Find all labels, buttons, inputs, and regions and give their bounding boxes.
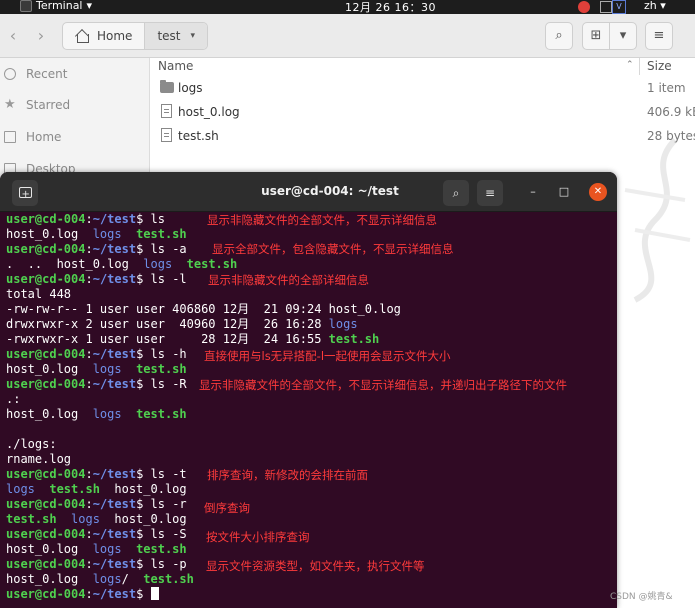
menu-button[interactable]: ≡ [477,180,503,206]
language-indicator[interactable]: zh ▾ [644,0,666,12]
background-art [624,137,691,303]
sort-up-icon[interactable]: ⌃ [626,60,634,70]
annotation: 直接使用与ls无异搭配-l一起使用会显示文件大小 [204,349,451,363]
breadcrumb: Home test ▾ [62,22,209,50]
app-menu[interactable]: Terminal ▾ [20,0,92,12]
terminal-window: user@cd-004: ~/test ⌕ ≡ – □ ✕ user@cd-00… [0,172,617,608]
terminal-line: .: [6,392,21,406]
watermark-credit: CSDN @姚青& [610,592,673,602]
terminal-line: host_0.log logs test.sh [6,542,187,556]
file-row[interactable]: host_0.log 406.9 kB [150,101,695,125]
clock[interactable]: 12月 26 16：30 [345,0,436,15]
annotation: 显示全部文件，包含隐藏文件，不显示详细信息 [212,242,454,256]
sidebar-item-recent[interactable]: Recent [4,67,67,81]
folder-icon [160,80,174,93]
annotation: 按文件大小排序查询 [206,530,310,544]
close-button[interactable]: ✕ [589,183,607,201]
terminal-line: user@cd-004:~/test$ ls -S [6,527,187,541]
file-name: logs [178,81,203,95]
chevron-down-icon: ▾ [660,0,666,12]
terminal-line: user@cd-004:~/test$ ls -a [6,242,187,256]
top-bar: Terminal ▾ 12月 26 16：30 V zh ▾ [0,0,695,14]
input-method-icon[interactable]: V [612,0,626,14]
file-name: host_0.log [178,105,240,119]
view-options-button[interactable]: ▾ [609,22,637,50]
file-manager-header: ‹ › Home test ▾ ⌕ ⊞ ▾ ≡ [0,14,695,58]
star-icon: ★ [4,97,16,112]
sidebar-item-starred[interactable]: ★ Starred [4,98,70,112]
terminal-line: test.sh logs host_0.log [6,512,187,526]
breadcrumb-home[interactable]: Home [63,23,146,49]
terminal-line: -rwxrwxr-x 1 user user 28 12月 24 16:55 t… [6,332,380,346]
terminal-app-icon [20,0,32,12]
terminal-line: user@cd-004:~/test$ ls -p [6,557,187,571]
terminal-line: user@cd-004:~/test$ ls -R [6,377,187,391]
annotation: 显示文件资源类型，如文件夹，执行文件等 [206,559,425,573]
minimize-button[interactable]: – [525,184,541,200]
chevron-down-icon: ▾ [190,31,196,41]
menu-button[interactable]: ≡ [645,22,673,50]
annotation: 显示非隐藏文件的全部详细信息 [208,273,369,287]
annotation: 倒序查询 [204,501,250,515]
breadcrumb-test[interactable]: test ▾ [145,23,208,49]
terminal-line: host_0.log logs test.sh [6,407,187,421]
error-icon[interactable] [578,1,590,13]
search-button[interactable]: ⌕ [545,22,573,50]
terminal-line: host_0.log logs/ test.sh [6,572,194,586]
column-header-size[interactable]: Size [647,59,672,76]
grid-icon[interactable] [600,1,612,13]
new-tab-button[interactable] [12,180,38,208]
column-divider [639,58,640,75]
sidebar-item-home[interactable]: Home [4,130,61,144]
text-cursor [150,587,159,600]
clock-icon [4,68,16,80]
terminal-line: logs test.sh host_0.log [6,482,187,496]
script-file-icon [161,128,172,142]
file-size: 406.9 kB [647,105,695,119]
terminal-line: user@cd-004:~/test$ ls -r [6,497,187,511]
terminal-output[interactable]: user@cd-004:~/test$ ls 显示非隐藏文件的全部文件，不显示详… [6,212,611,608]
home-icon [75,30,89,43]
file-row[interactable]: logs 1 item [150,77,695,101]
forward-button[interactable]: › [28,22,54,50]
terminal-line: host_0.log logs test.sh [6,227,187,241]
terminal-line: host_0.log logs test.sh [6,362,187,376]
home-icon [4,131,16,143]
view-grid-button[interactable]: ⊞ [582,22,610,50]
terminal-line: user@cd-004:~/test$ ls [6,212,165,226]
terminal-title: user@cd-004: ~/test [261,184,399,198]
back-button[interactable]: ‹ [0,22,26,50]
search-button[interactable]: ⌕ [443,180,469,206]
file-size: 1 item [647,81,686,95]
file-name: test.sh [178,129,219,143]
terminal-line: user@cd-004:~/test$ ls -h [6,347,187,361]
app-menu-label: Terminal [36,0,83,12]
chevron-down-icon: ▾ [86,0,93,12]
terminal-line: user@cd-004:~/test$ ls -l [6,272,187,286]
annotation: 排序查询，新修改的会排在前面 [207,468,368,482]
new-tab-icon [18,182,32,208]
terminal-line: total 448 [6,287,72,301]
terminal-line: ./logs: [6,437,57,451]
annotation: 显示非隐藏文件的全部文件，不显示详细信息，并递归出子路径下的文件 [199,378,567,392]
terminal-line: rname.log [6,452,72,466]
terminal-line: -rw-rw-r-- 1 user user 406860 12月 21 09:… [6,302,401,316]
terminal-line: user@cd-004:~/test$ ls -t [6,467,187,481]
terminal-prompt-line[interactable]: user@cd-004:~/test$ [6,587,159,602]
desktop-screen: Terminal ▾ 12月 26 16：30 V zh ▾ ‹ › Home … [0,0,695,608]
log-file-icon [161,104,172,118]
terminal-line: drwxrwxr-x 2 user user 40960 12月 26 16:2… [6,317,358,331]
terminal-line: . .. host_0.log logs test.sh [6,257,238,271]
column-header-name[interactable]: Name [158,59,193,76]
maximize-button[interactable]: □ [556,184,572,200]
terminal-titlebar: user@cd-004: ~/test ⌕ ≡ – □ ✕ [0,172,617,212]
annotation: 显示非隐藏文件的全部文件，不显示详细信息 [207,213,437,227]
